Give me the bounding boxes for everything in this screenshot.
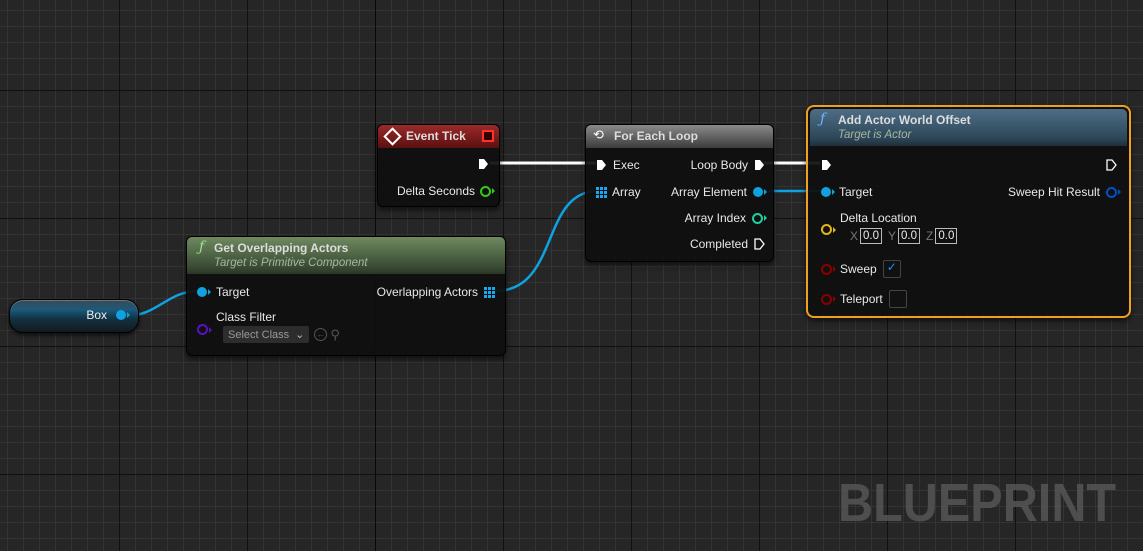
array-index-row: Array Index: [684, 210, 767, 226]
delta-location-row: Delta Location: [840, 210, 917, 226]
z-axis-label: Z: [926, 229, 934, 243]
offset-exec-in-pin[interactable]: [821, 159, 832, 171]
class-filter-row: Class Filter: [216, 309, 276, 325]
loop-body-row: Loop Body: [691, 157, 765, 173]
function-icon: ƒ: [820, 111, 826, 127]
get-overlapping-actors-subtitle: Target is Primitive Component: [214, 257, 368, 269]
class-select-value: Select Class: [228, 328, 290, 341]
event-tick-exec-out-pin[interactable]: [478, 158, 489, 170]
add-actor-world-offset-header: ƒ Add Actor World Offset Target is Actor: [810, 109, 1127, 146]
overlapping-actors-pin[interactable]: [484, 286, 495, 298]
exec-in-row: Exec: [596, 157, 640, 173]
delta-location-pin[interactable]: [821, 224, 836, 235]
add-actor-world-offset-title: Add Actor World Offset: [838, 113, 971, 127]
loop-body-pin[interactable]: [754, 159, 765, 171]
event-icon: [383, 127, 402, 146]
overlapping-actors-row: Overlapping Actors: [377, 284, 495, 300]
overlapping-actors-label: Overlapping Actors: [376, 285, 478, 299]
delta-seconds-row: Delta Seconds: [396, 183, 495, 199]
array-in-pin[interactable]: [596, 186, 607, 198]
function-icon: ƒ: [199, 239, 205, 255]
delta-location-label: Delta Location: [840, 211, 917, 225]
teleport-pin[interactable]: [821, 293, 836, 305]
sweep-hit-result-label: Sweep Hit Result: [1007, 185, 1100, 199]
teleport-row: Teleport: [821, 290, 907, 308]
array-element-pin[interactable]: [753, 187, 767, 197]
chevron-down-icon: ⌄: [295, 329, 305, 341]
use-selected-icon[interactable]: ←: [314, 328, 328, 341]
class-select-dropdown[interactable]: Select Class ⌄: [223, 326, 310, 343]
goa-target-pin[interactable]: [197, 287, 211, 297]
sweep-label: Sweep: [840, 262, 877, 276]
box-label: Box: [86, 308, 107, 322]
array-label: Array: [612, 185, 641, 199]
y-axis-label: Y: [888, 229, 897, 243]
completed-label: Completed: [689, 237, 748, 251]
exec-label: Exec: [613, 158, 640, 172]
delta-y-input[interactable]: 0.0: [898, 228, 921, 244]
event-tick-node[interactable]: Event Tick Delta Seconds: [377, 124, 500, 207]
sweep-pin[interactable]: [821, 263, 836, 275]
event-tick-title: Event Tick: [406, 129, 466, 143]
class-filter-pin[interactable]: [197, 324, 212, 335]
get-overlapping-actors-node[interactable]: ƒ Get Overlapping Actors Target is Primi…: [186, 236, 506, 356]
loop-exec-in-pin[interactable]: [596, 159, 607, 171]
delta-seconds-label: Delta Seconds: [396, 184, 475, 198]
completed-pin[interactable]: [754, 238, 765, 250]
offset-target-row: Target: [821, 184, 872, 200]
get-overlapping-actors-title: Get Overlapping Actors: [214, 241, 349, 255]
add-actor-world-offset-node[interactable]: ƒ Add Actor World Offset Target is Actor…: [806, 105, 1131, 318]
array-element-row: Array Element: [670, 184, 767, 200]
for-each-loop-header: ⟲ For Each Loop: [586, 125, 773, 148]
box-output-pin[interactable]: [116, 310, 130, 320]
sweep-checkbox[interactable]: ✓: [882, 260, 901, 278]
x-axis-label: X: [850, 229, 859, 243]
goa-target-label: Target: [216, 285, 250, 299]
wire-overlapping-to-array[interactable]: [494, 189, 599, 293]
goa-target-row: Target: [197, 284, 249, 300]
completed-row: Completed: [690, 236, 765, 252]
delta-location-fields: X 0.0 Y 0.0 Z 0.0: [850, 228, 963, 244]
loop-body-label: Loop Body: [690, 158, 748, 172]
sweep-hit-result-row: Sweep Hit Result: [1007, 184, 1121, 200]
checkmark-icon: ✓: [886, 260, 897, 274]
teleport-checkbox[interactable]: [888, 290, 907, 308]
add-actor-world-offset-subtitle: Target is Actor: [838, 129, 912, 141]
class-filter-label: Class Filter: [216, 310, 277, 324]
offset-target-pin[interactable]: [821, 187, 835, 197]
loop-icon: ⟲: [593, 127, 604, 142]
delta-seconds-pin[interactable]: [480, 185, 495, 197]
for-each-loop-title: For Each Loop: [614, 129, 698, 143]
sweep-row: Sweep ✓: [821, 260, 901, 278]
delta-x-input[interactable]: 0.0: [860, 228, 883, 244]
class-select-row: Select Class ⌄ ← ⚲: [223, 326, 340, 343]
teleport-label: Teleport: [840, 292, 883, 306]
get-overlapping-actors-header: ƒ Get Overlapping Actors Target is Primi…: [187, 237, 505, 274]
for-each-loop-node[interactable]: ⟲ For Each Loop Exec Array Loop Body Arr…: [585, 124, 774, 262]
array-index-pin[interactable]: [752, 212, 767, 224]
array-index-label: Array Index: [684, 211, 746, 225]
offset-exec-out-pin[interactable]: [1106, 159, 1117, 171]
box-variable-node[interactable]: Box: [9, 299, 139, 333]
sweep-hit-result-pin[interactable]: [1106, 186, 1121, 198]
event-tick-header: Event Tick: [378, 125, 499, 148]
blueprint-watermark: BLUEPRINT: [838, 473, 1117, 533]
array-element-label: Array Element: [670, 185, 747, 199]
search-icon[interactable]: ⚲: [330, 327, 340, 343]
array-in-row: Array: [596, 184, 641, 200]
delta-z-input[interactable]: 0.0: [935, 228, 958, 244]
offset-target-label: Target: [839, 185, 873, 199]
event-stop-icon: [482, 130, 494, 142]
